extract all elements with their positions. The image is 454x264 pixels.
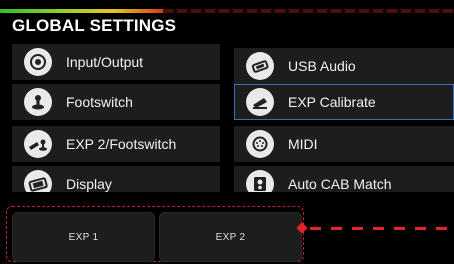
exp2-footswitch-icon	[24, 130, 52, 158]
menu-item-display[interactable]: Display	[12, 166, 220, 192]
menu-item-auto-cab-match[interactable]: Auto CAB Match	[234, 166, 454, 192]
menu-item-label: Auto CAB Match	[288, 176, 392, 192]
footswitch-icon	[24, 88, 52, 116]
settings-grid: Input/Output USB Audio Footswitch EXP Ca…	[12, 42, 454, 192]
menu-item-input-output[interactable]: Input/Output	[12, 44, 220, 80]
usb-audio-icon	[246, 52, 274, 80]
meter-remaining	[163, 9, 454, 13]
menu-item-label: Footswitch	[66, 94, 133, 110]
display-icon	[24, 170, 52, 192]
exp2-button[interactable]: EXP 2	[159, 212, 302, 262]
menu-item-footswitch[interactable]: Footswitch	[12, 84, 220, 120]
menu-item-usb-audio[interactable]: USB Audio	[234, 48, 454, 84]
menu-item-label: Display	[66, 176, 112, 192]
meter-fill	[0, 9, 164, 13]
menu-item-label: Input/Output	[66, 54, 144, 70]
menu-item-label: EXP Calibrate	[288, 94, 376, 110]
menu-item-label: EXP 2/Footswitch	[66, 136, 177, 152]
menu-item-exp2-footswitch[interactable]: EXP 2/Footswitch	[12, 126, 220, 162]
menu-item-midi[interactable]: MIDI	[234, 126, 454, 162]
midi-icon	[246, 130, 274, 158]
cab-speaker-icon	[246, 170, 274, 192]
exp1-button[interactable]: EXP 1	[12, 212, 155, 262]
connector-dashed-line	[310, 227, 454, 230]
meter-track	[0, 9, 454, 13]
menu-item-label: USB Audio	[288, 58, 356, 74]
exp-pedal-icon	[246, 88, 274, 116]
level-meter	[0, 0, 454, 16]
input-output-icon	[24, 48, 52, 76]
menu-item-label: MIDI	[288, 136, 318, 152]
page-title: GLOBAL SETTINGS	[12, 16, 177, 35]
menu-item-exp-calibrate[interactable]: EXP Calibrate	[234, 84, 454, 120]
